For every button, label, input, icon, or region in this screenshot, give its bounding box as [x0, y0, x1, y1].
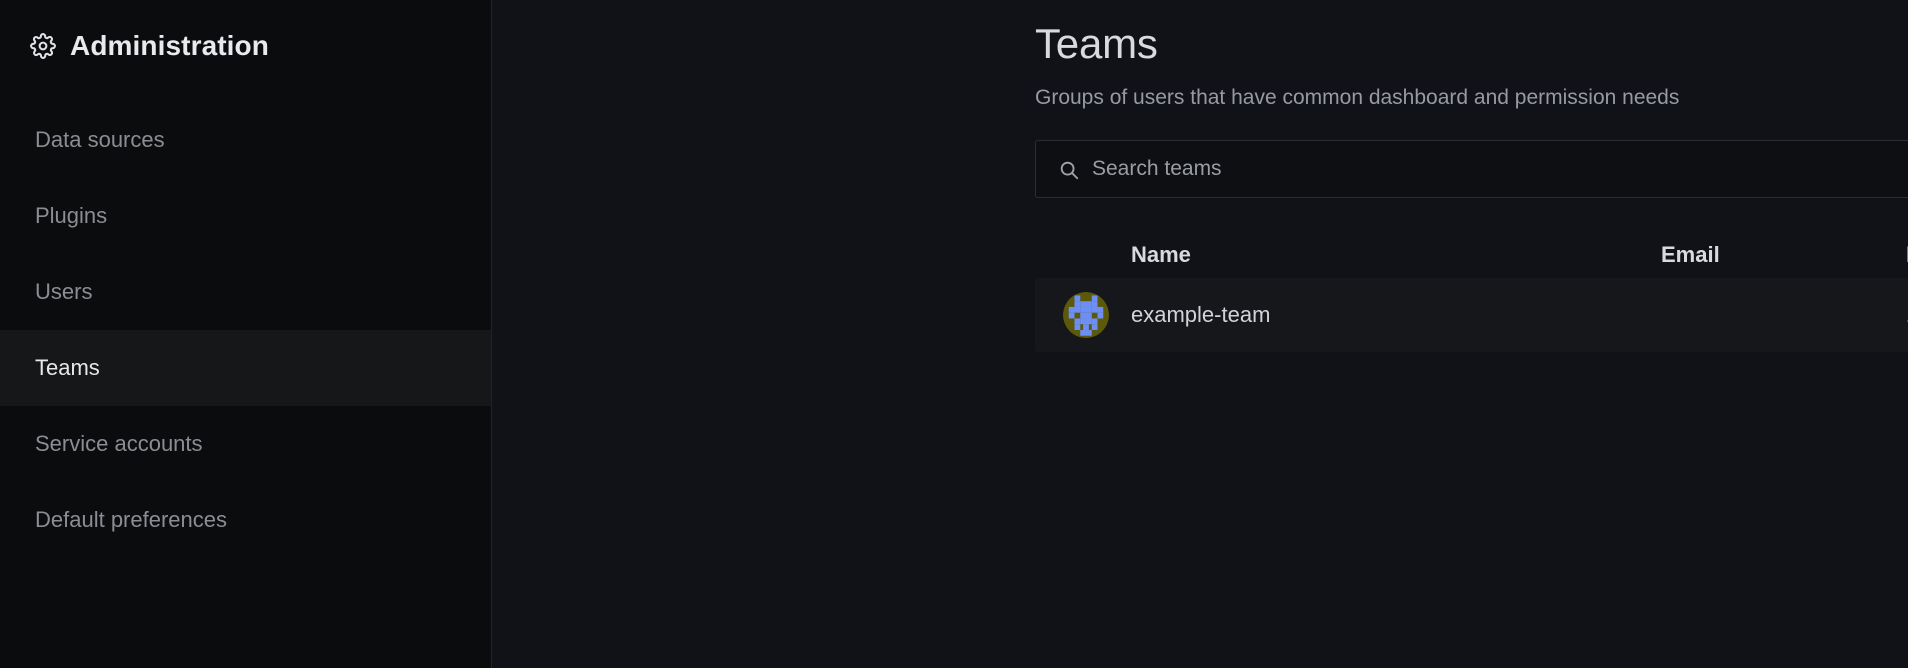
- table-header-row: Name Email Members: [1035, 232, 1908, 278]
- teams-table: Name Email Members: [1035, 232, 1908, 353]
- sidebar-item-data-sources[interactable]: Data sources: [0, 102, 491, 178]
- search-teams-box[interactable]: [1035, 140, 1908, 199]
- team-avatar-cell: [1035, 292, 1131, 339]
- sidebar-item-teams[interactable]: Teams: [0, 330, 491, 406]
- sidebar-item-users[interactable]: Users: [0, 254, 491, 330]
- sidebar-item-plugins[interactable]: Plugins: [0, 178, 491, 254]
- team-name-cell: example-team: [1131, 302, 1271, 328]
- sidebar-item-label: Users: [35, 279, 93, 304]
- team-identicon-avatar: [1063, 292, 1109, 339]
- toolbar: New Team: [1035, 140, 1908, 199]
- sidebar-item-label: Teams: [35, 355, 100, 380]
- table-header-email: Email: [1661, 242, 1720, 268]
- sidebar-item-label: Default preferences: [35, 507, 227, 532]
- sidebar-item-default-preferences[interactable]: Default preferences: [0, 482, 491, 558]
- sidebar-nav: Data sources Plugins Users Teams Service…: [0, 102, 491, 558]
- sidebar-brand: Administration: [0, 0, 491, 62]
- sidebar-item-label: Data sources: [35, 127, 165, 152]
- sidebar-item-label: Plugins: [35, 203, 108, 228]
- table-row[interactable]: example-team 1: [1035, 278, 1908, 353]
- sidebar-item-label: Service accounts: [35, 431, 203, 456]
- sidebar-item-service-accounts[interactable]: Service accounts: [0, 406, 491, 482]
- sidebar-brand-title: Administration: [70, 30, 269, 61]
- main-content: Teams Groups of users that have common d…: [492, 0, 1908, 668]
- grafana-admin-page: Administration Data sources Plugins User…: [0, 0, 1908, 668]
- page-title: Teams: [1035, 20, 1158, 67]
- search-icon: [1058, 159, 1080, 181]
- sidebar: Administration Data sources Plugins User…: [0, 0, 492, 668]
- page-header: Teams Groups of users that have common d…: [492, 0, 1908, 110]
- gear-icon: [30, 33, 56, 59]
- page-subtitle: Groups of users that have common dashboa…: [1035, 86, 1680, 110]
- search-input[interactable]: [1092, 157, 1908, 182]
- table-header-name: Name: [1131, 242, 1191, 268]
